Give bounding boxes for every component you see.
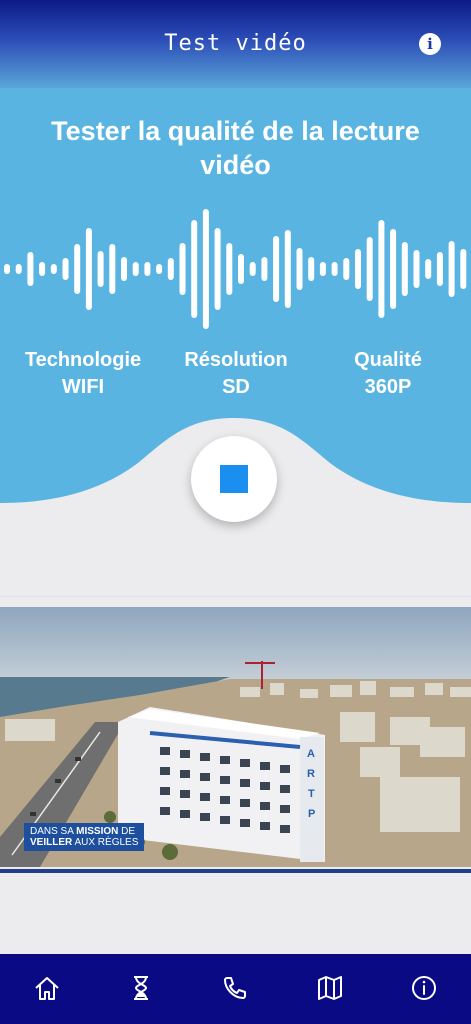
wave-bar <box>85 228 92 310</box>
wave-bar <box>308 257 315 281</box>
stop-icon <box>220 465 248 493</box>
wave-bar <box>179 243 186 295</box>
wave-bar <box>74 244 81 294</box>
wave-bar <box>62 258 69 280</box>
wave-bar <box>284 230 291 308</box>
wave-bar <box>238 254 244 284</box>
about-info-icon[interactable] <box>404 968 444 1008</box>
wave-bar <box>261 257 268 281</box>
building-sign-letter-a: A <box>307 748 315 760</box>
wave-bar <box>448 241 455 297</box>
wave-bar <box>167 258 174 280</box>
waveform <box>4 209 467 329</box>
wave-bar <box>319 262 326 276</box>
wave-bar <box>296 248 303 290</box>
caption-part: DE <box>118 826 136 837</box>
wave-bar <box>413 250 420 288</box>
wave-bar <box>27 252 34 286</box>
caption-part: DANS SA <box>30 826 77 837</box>
wave-bar <box>331 262 338 276</box>
wave-bar <box>121 257 127 281</box>
stats-row: Technologie WIFI Résolution SD Qualité 3… <box>0 347 471 407</box>
wave-bar <box>214 228 221 310</box>
wave-bar <box>249 262 256 276</box>
building-sign-letter-r: R <box>307 768 315 780</box>
bottom-nav <box>0 954 471 1024</box>
wave-bar <box>4 264 10 274</box>
building-sign-letter-t: T <box>308 788 315 800</box>
stat-quality-value: 360P <box>364 376 412 398</box>
wave-bar <box>156 264 163 274</box>
wave-bar <box>15 264 22 274</box>
stat-quality-label: Qualité <box>354 349 422 371</box>
wave-bar <box>109 244 116 294</box>
wave-bar <box>425 259 432 279</box>
wave-bar <box>132 262 139 276</box>
wave-bar <box>343 258 350 280</box>
wave-bar <box>355 249 361 289</box>
wave-bar <box>390 229 397 309</box>
wave-bar <box>273 236 280 302</box>
stat-quality: Qualité 360P <box>303 347 471 401</box>
stop-button[interactable] <box>191 436 277 522</box>
divider <box>0 596 471 597</box>
wave-bar <box>436 252 443 286</box>
app-header: Test vidéo i <box>0 0 471 88</box>
stat-resolution-value: SD <box>222 376 250 398</box>
map-icon[interactable] <box>310 968 350 1008</box>
stat-resolution-label: Résolution <box>184 349 288 371</box>
hourglass-icon[interactable] <box>121 968 161 1008</box>
stat-technology-value: WIFI <box>61 376 105 398</box>
caption-part-bold: VEILLER <box>30 837 73 848</box>
building-sign-letter-p: P <box>308 808 315 820</box>
caption-part-bold: MISSION <box>76 826 119 837</box>
wave-bar <box>378 220 385 318</box>
wave-bar <box>460 249 467 289</box>
wave-bar <box>366 237 373 301</box>
info-icon[interactable]: i <box>419 33 441 55</box>
wave-bar <box>226 243 233 295</box>
phone-icon[interactable] <box>215 968 255 1008</box>
test-panel: Tester la qualité de la lecture vidéo Te… <box>0 88 471 522</box>
home-icon[interactable] <box>27 968 67 1008</box>
stat-technology: Technologie WIFI <box>0 347 168 401</box>
video-player[interactable]: A R T P DANS SA MISSION DE VEILLER AUX R… <box>0 607 471 867</box>
wave-bar <box>191 220 198 318</box>
wave-bar <box>144 262 151 276</box>
panel-title: Tester la qualité de la lecture vidéo <box>51 116 420 180</box>
video-progress-line <box>0 869 471 873</box>
video-caption: DANS SA MISSION DE VEILLER AUX RÈGLES <box>24 823 145 851</box>
wave-bar <box>97 251 104 287</box>
page-title: Test vidéo <box>164 30 307 56</box>
wave-bar <box>50 264 57 274</box>
wave-bar <box>401 242 408 296</box>
wave-bar <box>39 262 46 276</box>
caption-part: AUX RÈGLES <box>72 837 139 848</box>
stat-resolution: Résolution SD <box>151 347 321 401</box>
stat-technology-label: Technologie <box>24 349 142 371</box>
wave-bar <box>202 209 209 329</box>
